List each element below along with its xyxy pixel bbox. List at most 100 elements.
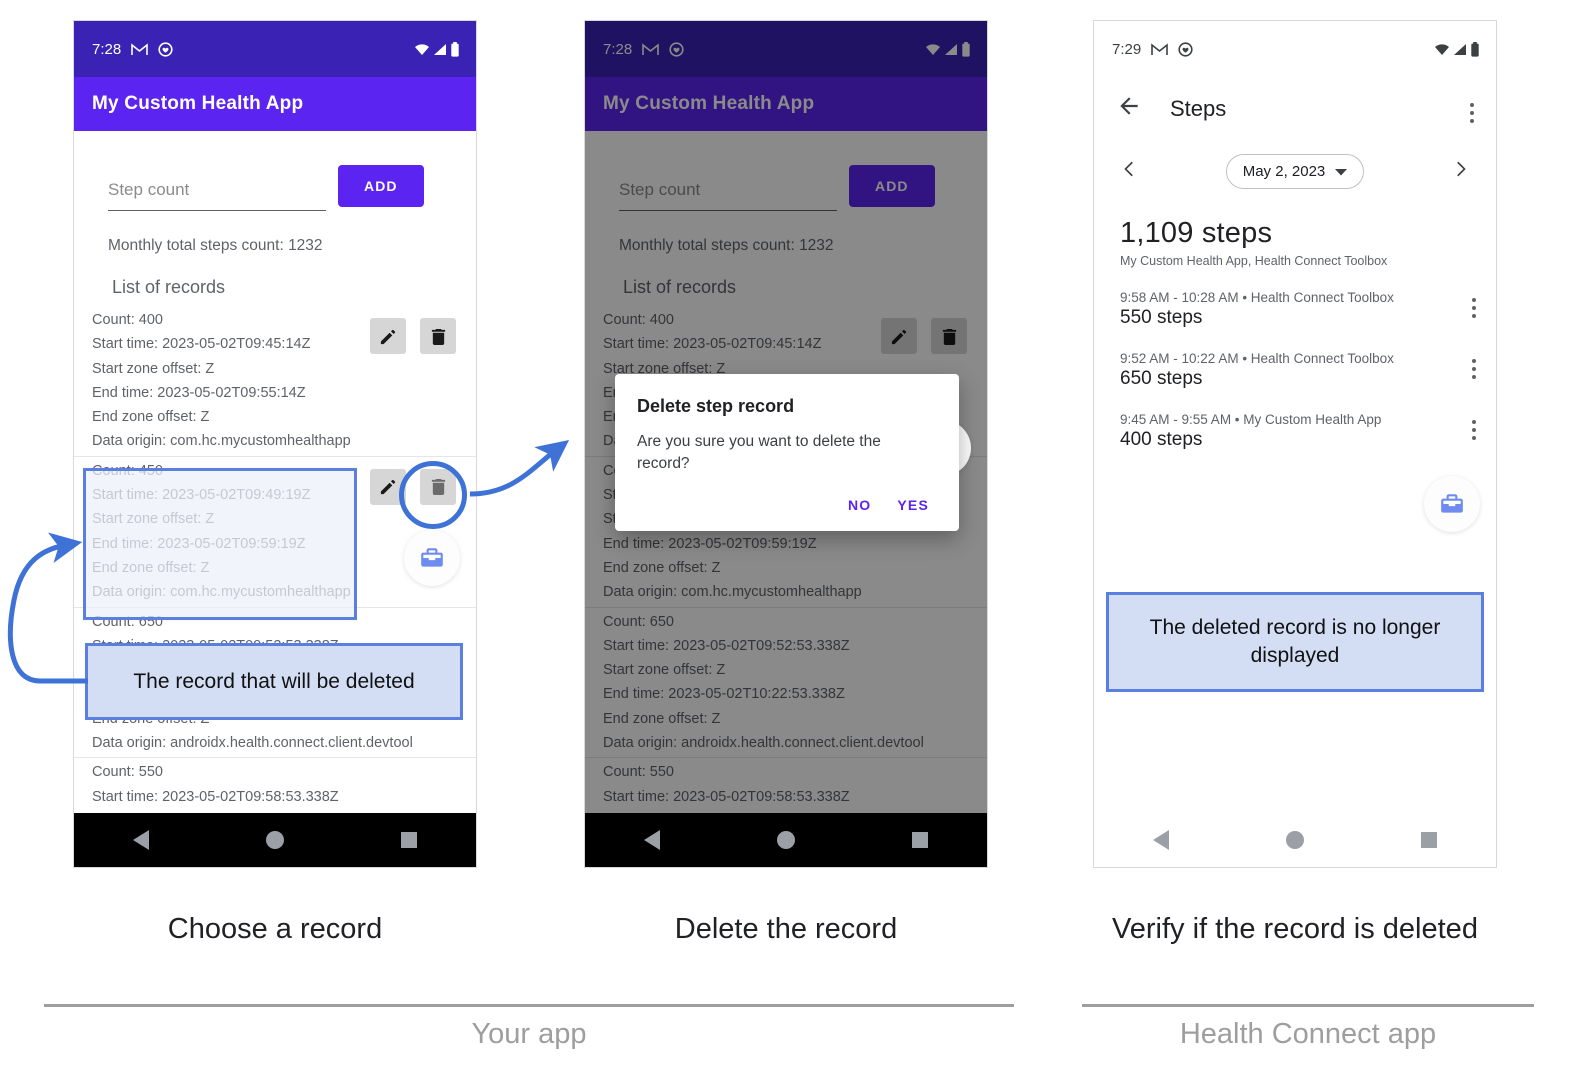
- toolbox-fab[interactable]: [404, 530, 460, 586]
- dialog-yes-button[interactable]: YES: [897, 497, 929, 513]
- home-nav-icon[interactable]: [776, 831, 795, 849]
- next-day-icon[interactable]: [1450, 159, 1470, 184]
- highlight-selected-record: [83, 468, 357, 620]
- monthly-total-label: Monthly total steps count: 1232: [108, 237, 323, 254]
- dialog-message: Are you sure you want to delete the reco…: [637, 433, 881, 472]
- record-end-time: End time: 2023-05-02T09:55:14Z: [92, 384, 306, 401]
- list-item[interactable]: 9:52 AM - 10:22 AM • Health Connect Tool…: [1094, 329, 1496, 390]
- tutorial-figure: 7:28 My Custom Health App Step count ADD…: [0, 0, 1578, 1088]
- health-connect-icon: [1178, 41, 1193, 57]
- annotation-record-will-be-deleted: The record that will be deleted: [85, 643, 463, 720]
- dialog-actions: NO YES: [637, 475, 937, 521]
- health-connect-content: Steps May 2, 2023 1,109 steps My Custom …: [1094, 77, 1496, 815]
- entry-steps-value: 650 steps: [1120, 368, 1203, 389]
- step-count-input[interactable]: Step count: [108, 180, 326, 211]
- battery-icon: [450, 41, 460, 57]
- dialog-title: Delete step record: [637, 396, 795, 416]
- back-nav-icon[interactable]: [132, 830, 149, 850]
- signal-icon: [1453, 43, 1467, 56]
- status-bar-time: 7:28: [92, 40, 122, 58]
- page-title: Steps: [1170, 95, 1227, 121]
- recents-nav-icon[interactable]: [1421, 832, 1438, 848]
- status-bar: 7:29: [1094, 21, 1496, 77]
- wifi-icon: [414, 43, 430, 56]
- record-count: Count: 550: [92, 764, 163, 781]
- back-nav-icon[interactable]: [1152, 830, 1169, 850]
- delete-record-button[interactable]: [420, 318, 456, 354]
- recents-nav-icon[interactable]: [401, 832, 418, 848]
- entry-time-range: 9:58 AM - 10:28 AM • Health Connect Tool…: [1120, 290, 1394, 305]
- record-start-time: Start time: 2023-05-02T09:58:53.338Z: [92, 788, 339, 805]
- record-end-zone: End zone offset: Z: [92, 409, 210, 426]
- back-nav-icon[interactable]: [643, 830, 660, 850]
- phone2-screen: 7:28 My Custom Health App Step count ADD…: [585, 21, 987, 867]
- date-picker-chip[interactable]: May 2, 2023: [1225, 154, 1365, 189]
- previous-day-icon[interactable]: [1120, 159, 1140, 184]
- input-underline: [108, 210, 326, 211]
- date-value: May 2, 2023: [1242, 163, 1326, 180]
- step-count-placeholder: Step count: [108, 180, 190, 199]
- health-connect-icon: [158, 41, 173, 57]
- entry-overflow-menu-icon[interactable]: [1472, 412, 1476, 440]
- list-item[interactable]: 9:45 AM - 9:55 AM • My Custom Health App…: [1094, 390, 1496, 451]
- home-nav-icon[interactable]: [1285, 831, 1304, 849]
- signal-icon: [433, 43, 447, 56]
- battery-icon: [1470, 41, 1480, 57]
- phone3-screen: 7:29 Steps May 2, 2023 1,109 steps My Cu…: [1094, 21, 1496, 867]
- app-title: My Custom Health App: [92, 93, 304, 114]
- phone-screenshot-delete-record: 7:28 My Custom Health App Step count ADD…: [584, 20, 988, 868]
- record-data-origin: Data origin: androidx.health.connect.cli…: [92, 735, 413, 752]
- dialog-scrim-top: [585, 21, 987, 77]
- entry-steps-value: 550 steps: [1120, 307, 1203, 328]
- phone1-screen: 7:28 My Custom Health App Step count ADD…: [74, 21, 476, 867]
- group-label-your-app: Your app: [471, 1018, 587, 1050]
- gmail-icon: [1151, 42, 1169, 56]
- chevron-down-icon: [1335, 163, 1348, 180]
- phone-screenshot-choose-record: 7:28 My Custom Health App Step count ADD…: [73, 20, 477, 868]
- toolbox-icon: [421, 548, 443, 567]
- app-bar: My Custom Health App: [74, 77, 476, 131]
- gmail-icon: [131, 42, 149, 56]
- delete-confirmation-dialog: Delete step record Are you sure you want…: [615, 374, 959, 531]
- list-of-records-title: List of records: [112, 277, 226, 297]
- entry-overflow-menu-icon[interactable]: [1472, 290, 1476, 318]
- recents-nav-icon[interactable]: [912, 832, 929, 848]
- caption-step-3: Verify if the record is deleted: [1112, 913, 1478, 945]
- health-connect-app-bar: Steps: [1094, 77, 1496, 124]
- record-row[interactable]: Count: 400 Start time: 2023-05-02T09:45:…: [74, 306, 476, 457]
- caption-step-2: Delete the record: [674, 913, 898, 945]
- toolbox-fab[interactable]: [1424, 476, 1480, 532]
- wifi-icon: [1434, 43, 1450, 56]
- dialog-no-button[interactable]: NO: [848, 497, 871, 513]
- record-data-origin: Data origin: com.hc.mycustomhealthapp: [92, 433, 351, 450]
- system-nav-bar: [585, 813, 987, 867]
- status-bar-time: 7:29: [1112, 40, 1142, 58]
- add-button[interactable]: ADD: [338, 165, 424, 207]
- edit-record-button[interactable]: [370, 318, 406, 354]
- group-label-health-connect-app: Health Connect app: [1179, 1018, 1437, 1050]
- caption-step-1: Choose a record: [167, 913, 383, 945]
- phone-screenshot-verify-deleted: 7:29 Steps May 2, 2023 1,109 steps My Cu…: [1093, 20, 1497, 868]
- entry-overflow-menu-icon[interactable]: [1472, 351, 1476, 379]
- total-steps-value: 1,109 steps: [1120, 217, 1273, 249]
- system-nav-bar: [74, 813, 476, 867]
- step-count-input-row: Step count ADD: [74, 131, 476, 211]
- toolbox-icon: [1441, 494, 1463, 513]
- group-divider-left: [44, 1004, 1014, 1007]
- overflow-menu-icon[interactable]: [1470, 95, 1474, 123]
- highlight-delete-button: [399, 461, 467, 529]
- list-item[interactable]: 9:58 AM - 10:28 AM • Health Connect Tool…: [1094, 268, 1496, 329]
- entry-steps-value: 400 steps: [1120, 429, 1203, 450]
- back-arrow-icon[interactable]: [1116, 93, 1142, 124]
- status-bar: 7:28: [74, 21, 476, 77]
- record-start-zone: Start zone offset: Z: [92, 360, 215, 377]
- date-navigation-row: May 2, 2023: [1094, 124, 1496, 189]
- entry-time-range: 9:52 AM - 10:22 AM • Health Connect Tool…: [1120, 351, 1394, 366]
- system-nav-bar: [1094, 813, 1496, 867]
- home-nav-icon[interactable]: [265, 831, 284, 849]
- annotation-record-no-longer-displayed: The deleted record is no longer displaye…: [1106, 592, 1484, 692]
- entry-time-range: 9:45 AM - 9:55 AM • My Custom Health App: [1120, 412, 1382, 427]
- data-sources-label: My Custom Health App, Health Connect Too…: [1120, 254, 1388, 268]
- group-divider-right: [1082, 1004, 1534, 1007]
- record-actions: [370, 318, 456, 354]
